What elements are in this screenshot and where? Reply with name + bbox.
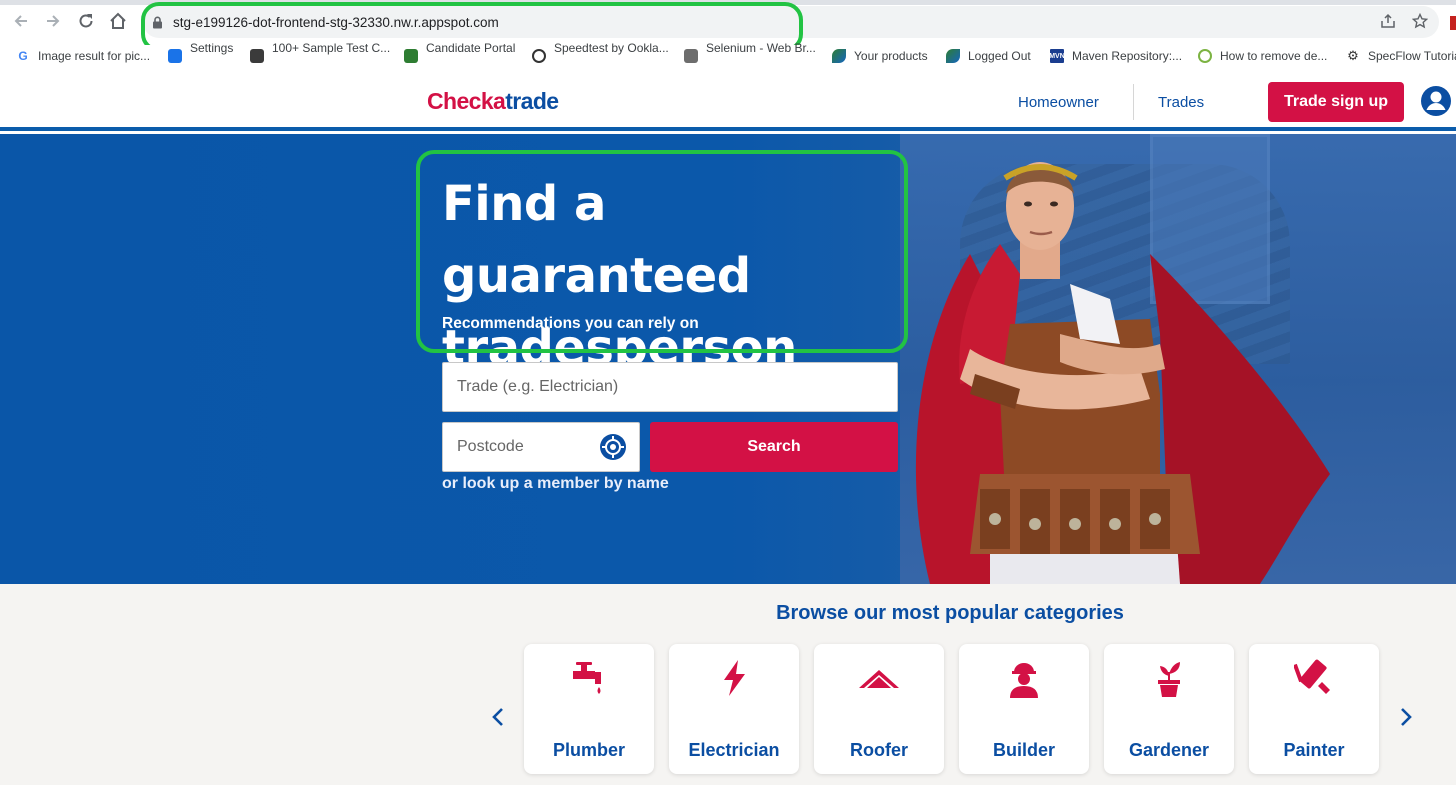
trade-signup-button[interactable]: Trade sign up xyxy=(1268,82,1404,122)
carousel-next-icon[interactable] xyxy=(1394,705,1416,729)
category-card-electrician[interactable]: Electrician xyxy=(669,644,799,774)
plant-icon xyxy=(1158,662,1180,697)
postcode-placeholder: Postcode xyxy=(457,438,524,455)
bookmark-item[interactable]: How to remove de... xyxy=(1198,48,1327,64)
google-icon: G xyxy=(16,49,30,63)
trade-search-input[interactable]: Trade (e.g. Electrician) xyxy=(442,362,898,412)
site-header xyxy=(0,73,1456,131)
bookmark-item[interactable]: MVN Maven Repository:... xyxy=(1049,48,1182,64)
category-card-gardener[interactable]: Gardener xyxy=(1104,644,1234,774)
heading-highlight-annotation xyxy=(416,150,908,353)
speedtest-icon xyxy=(532,49,546,63)
bookmark-item[interactable]: ⚙ SpecFlow Tutorial xyxy=(1346,48,1456,64)
extension-icon[interactable] xyxy=(1450,16,1456,30)
locate-me-icon[interactable] xyxy=(599,433,627,461)
paint-roller-icon xyxy=(1294,659,1330,694)
bookmark-item[interactable]: Your products xyxy=(832,48,928,64)
bookmark-item[interactable]: Candidate Portal xyxy=(404,41,515,64)
maven-icon: MVN xyxy=(1049,49,1065,63)
category-card-roofer[interactable]: Roofer xyxy=(814,644,944,774)
categories-title: Browse our most popular categories xyxy=(776,602,1124,624)
candidate-portal-icon xyxy=(404,49,418,63)
carousel-prev-icon[interactable] xyxy=(488,705,510,729)
forward-icon[interactable] xyxy=(40,8,66,34)
how-to-icon xyxy=(1198,49,1212,63)
nav-homeowner[interactable]: Homeowner xyxy=(1018,94,1099,111)
bookmark-star-icon[interactable] xyxy=(1411,12,1429,34)
bookmark-item[interactable]: G Image result for pic... xyxy=(16,48,150,64)
tap-icon xyxy=(573,662,601,694)
builder-icon xyxy=(1010,663,1038,698)
products-icon xyxy=(832,49,846,63)
bookmark-item[interactable]: Logged Out xyxy=(946,48,1031,64)
trade-placeholder: Trade (e.g. Electrician) xyxy=(457,378,619,395)
logged-out-icon xyxy=(946,49,960,63)
nav-divider xyxy=(1133,84,1134,120)
bookmark-item[interactable]: Speedtest by Ookla... xyxy=(532,41,669,64)
specflow-icon: ⚙ xyxy=(1346,48,1360,63)
sample-test-icon xyxy=(250,49,264,63)
nav-trades[interactable]: Trades xyxy=(1158,94,1204,111)
roof-icon xyxy=(859,670,899,688)
lightning-icon xyxy=(724,660,745,696)
back-icon[interactable] xyxy=(8,8,34,34)
settings-puzzle-icon xyxy=(168,49,182,63)
bookmark-item[interactable]: 100+ Sample Test C... xyxy=(250,41,390,64)
category-card-painter[interactable]: Painter xyxy=(1249,644,1379,774)
share-icon[interactable] xyxy=(1380,13,1396,34)
bookmark-item[interactable]: Settings xyxy=(168,41,233,64)
reload-icon[interactable] xyxy=(73,8,99,34)
roman-emperor-image xyxy=(915,162,1330,584)
checkatrade-logo[interactable]: Checkatrade xyxy=(427,88,559,115)
account-icon[interactable] xyxy=(1420,85,1452,117)
home-icon[interactable] xyxy=(105,8,131,34)
category-card-builder[interactable]: Builder xyxy=(959,644,1089,774)
category-card-plumber[interactable]: Plumber xyxy=(524,644,654,774)
selenium-icon xyxy=(684,49,698,63)
lookup-member-link[interactable]: or look up a member by name xyxy=(442,475,669,493)
bookmark-item[interactable]: Selenium - Web Br... xyxy=(684,41,816,64)
search-button[interactable]: Search xyxy=(650,422,898,472)
